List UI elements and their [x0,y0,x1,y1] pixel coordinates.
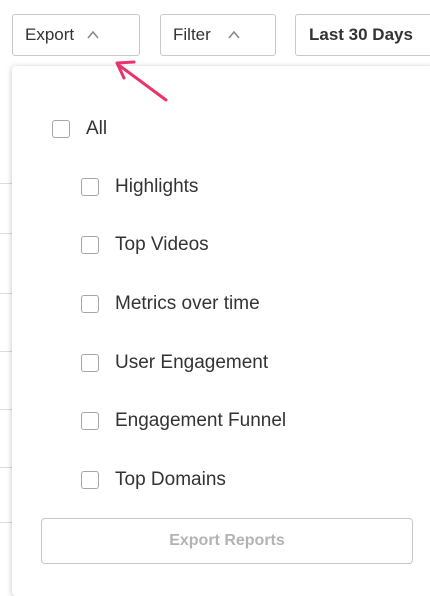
background-divider [0,522,12,523]
background-divider [0,293,12,294]
checkbox-top-videos[interactable] [81,236,99,254]
export-option-label: User Engagement [115,352,269,373]
export-option-label: Highlights [115,176,199,197]
export-option-label: Top Domains [115,469,226,490]
export-reports-label: Export Reports [169,532,285,549]
checkbox-user-engagement[interactable] [81,354,99,372]
export-option-top-domains[interactable]: Top Domains [81,469,226,491]
export-dropdown-button[interactable]: Export [12,14,140,56]
checkbox-engagement-funnel[interactable] [81,412,99,430]
export-option-label: Engagement Funnel [115,410,287,431]
export-dropdown-panel: All Highlights Top Videos Metrics over t… [12,66,430,596]
background-divider [0,233,12,234]
chevron-up-icon [228,30,240,39]
filter-dropdown-button[interactable]: Filter [160,14,276,56]
export-option-user-engagement[interactable]: User Engagement [81,352,268,374]
date-range-label: Last 30 Days [309,25,413,44]
date-range-dropdown-button[interactable]: Last 30 Days [295,14,430,56]
export-option-engagement-funnel[interactable]: Engagement Funnel [81,410,286,432]
annotation-arrow-icon [115,60,168,102]
filter-button-label: Filter [173,25,211,44]
background-divider [0,409,12,410]
checkbox-highlights[interactable] [81,178,99,196]
export-option-label: Top Videos [115,234,209,255]
chevron-up-icon [87,30,99,39]
export-option-all[interactable]: All [52,118,107,140]
export-option-highlights[interactable]: Highlights [81,176,198,198]
checkbox-all[interactable] [52,120,70,138]
export-reports-button[interactable]: Export Reports [41,518,413,564]
background-divider [0,183,12,184]
export-option-label: Metrics over time [115,293,260,314]
checkbox-top-domains[interactable] [81,471,99,489]
background-divider [0,467,12,468]
background-divider [0,351,12,352]
export-option-label: All [86,118,108,139]
checkbox-metrics-over-time[interactable] [81,295,99,313]
export-option-top-videos[interactable]: Top Videos [81,234,209,256]
export-option-metrics-over-time[interactable]: Metrics over time [81,293,260,315]
export-button-label: Export [25,25,75,44]
